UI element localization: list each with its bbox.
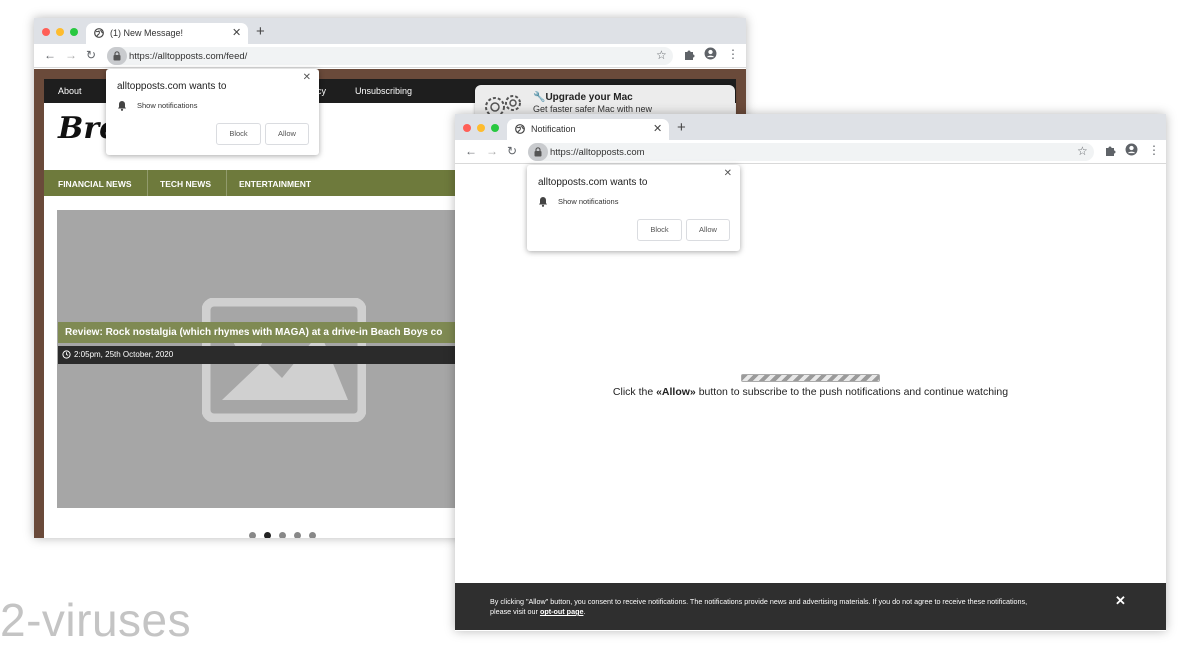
bell-icon xyxy=(118,101,126,111)
caption-text: Review: Rock nostalgia (which rhymes wit… xyxy=(65,327,443,338)
category-tech-news[interactable]: TECH NEWS xyxy=(160,179,211,189)
block-button[interactable]: Block xyxy=(216,123,261,145)
carousel-dot[interactable] xyxy=(279,532,286,538)
browser-tab[interactable]: Notification ✕ xyxy=(507,119,669,140)
tab-strip: (1) New Message! ✕ + xyxy=(34,18,746,44)
allow-instruction-text: Click the «Allow» button to subscribe to… xyxy=(455,386,1166,398)
back-arrow-icon[interactable]: ← xyxy=(465,144,477,158)
notification-permission-popup: alltopposts.com wants to ✕ Show notifica… xyxy=(106,69,319,155)
consent-text-line2: please visit our xyxy=(490,607,540,616)
instruction-text-end: button to subscribe to the push notifica… xyxy=(695,386,1009,398)
ad-title: 🔧Upgrade your Mac xyxy=(533,92,633,103)
loading-bar xyxy=(741,374,880,382)
minimize-window-dot[interactable] xyxy=(56,28,64,36)
forward-arrow-icon[interactable]: → xyxy=(486,144,498,158)
close-window-dot[interactable] xyxy=(463,124,471,132)
carousel-dot[interactable] xyxy=(264,532,271,538)
plus-icon[interactable]: + xyxy=(256,24,265,39)
close-window-dot[interactable] xyxy=(42,28,50,36)
lock-icon[interactable] xyxy=(107,47,127,65)
tab-title: Notification xyxy=(531,124,576,134)
nav-link-about[interactable]: About xyxy=(58,86,82,96)
carousel-dot[interactable] xyxy=(309,532,316,538)
address-bar[interactable]: https://alltopposts.com/feed/ ☆ xyxy=(107,47,673,65)
menu-dots-icon[interactable]: ⋮ xyxy=(727,47,739,61)
slide-date: 2:05pm, 25th October, 2020 xyxy=(74,350,174,359)
popup-title: alltopposts.com wants to xyxy=(538,177,648,188)
zoom-window-dot[interactable] xyxy=(70,28,78,36)
url-text: https://alltopposts.com xyxy=(550,147,645,158)
watermark: 2-viruses xyxy=(0,594,192,646)
puzzle-icon[interactable] xyxy=(683,48,695,62)
reload-icon[interactable]: ↻ xyxy=(86,48,96,62)
clock-icon xyxy=(62,350,71,359)
menu-dots-icon[interactable]: ⋮ xyxy=(1148,143,1160,157)
globe-icon xyxy=(515,124,525,134)
star-icon[interactable]: ☆ xyxy=(1077,144,1088,158)
instruction-text-start: Click the xyxy=(612,386,657,398)
consent-text-end: . xyxy=(583,607,586,616)
minimize-window-dot[interactable] xyxy=(477,124,485,132)
bell-icon xyxy=(539,197,547,207)
carousel-dot[interactable] xyxy=(249,532,256,538)
globe-icon xyxy=(94,28,104,38)
star-icon[interactable]: ☆ xyxy=(656,48,667,62)
category-entertainment[interactable]: ENTERTAINMENT xyxy=(239,179,311,189)
notification-permission-popup: alltopposts.com wants to ✕ Show notifica… xyxy=(527,165,740,251)
account-icon[interactable] xyxy=(1125,143,1138,156)
block-button[interactable]: Block xyxy=(637,219,682,241)
tab-strip: Notification ✕ + xyxy=(455,114,1166,140)
divider xyxy=(226,170,227,196)
category-financial-news[interactable]: FINANCIAL NEWS xyxy=(58,179,132,189)
divider xyxy=(147,170,148,196)
close-icon[interactable]: ✕ xyxy=(653,122,662,135)
front-browser-window: Notification ✕ + ← → ↻ https://alltoppos… xyxy=(455,114,1166,631)
url-text: https://alltopposts.com/feed/ xyxy=(129,51,248,62)
nav-link-unsubscribing[interactable]: Unsubscribing xyxy=(355,86,412,96)
consent-text: By clicking "Allow" button, you consent … xyxy=(490,597,1027,617)
browser-tab[interactable]: (1) New Message! ✕ xyxy=(86,23,248,44)
zoom-window-dot[interactable] xyxy=(491,124,499,132)
close-icon[interactable]: ✕ xyxy=(724,168,732,179)
popup-title: alltopposts.com wants to xyxy=(117,81,227,92)
browser-toolbar: ← → ↻ https://alltopposts.com/feed/ ☆ ⋮ xyxy=(34,44,746,68)
allow-button[interactable]: Allow xyxy=(265,123,309,145)
close-icon[interactable]: ✕ xyxy=(1115,593,1126,609)
address-bar[interactable]: https://alltopposts.com ☆ xyxy=(528,143,1094,161)
opt-out-link[interactable]: opt-out page xyxy=(540,607,584,616)
permission-item: Show notifications xyxy=(137,101,198,110)
carousel-dot[interactable] xyxy=(294,532,301,538)
consent-text-line: By clicking "Allow" button, you consent … xyxy=(490,597,1028,606)
tab-title: (1) New Message! xyxy=(110,28,184,38)
lock-icon[interactable] xyxy=(528,143,548,161)
forward-arrow-icon[interactable]: → xyxy=(65,48,77,62)
puzzle-icon[interactable] xyxy=(1104,144,1116,158)
browser-toolbar: ← → ↻ https://alltopposts.com ☆ ⋮ xyxy=(455,140,1166,164)
consent-banner: By clicking "Allow" button, you consent … xyxy=(455,583,1166,630)
close-icon[interactable]: ✕ xyxy=(232,26,241,39)
account-icon[interactable] xyxy=(704,47,717,60)
allow-button[interactable]: Allow xyxy=(686,219,730,241)
instruction-allow-word: «Allow» xyxy=(656,386,696,398)
permission-item: Show notifications xyxy=(558,197,619,206)
plus-icon[interactable]: + xyxy=(677,120,686,135)
close-icon[interactable]: ✕ xyxy=(303,72,311,83)
reload-icon[interactable]: ↻ xyxy=(507,144,517,158)
ad-subtitle: Get faster safer Mac with new xyxy=(533,104,653,114)
back-arrow-icon[interactable]: ← xyxy=(44,48,56,62)
